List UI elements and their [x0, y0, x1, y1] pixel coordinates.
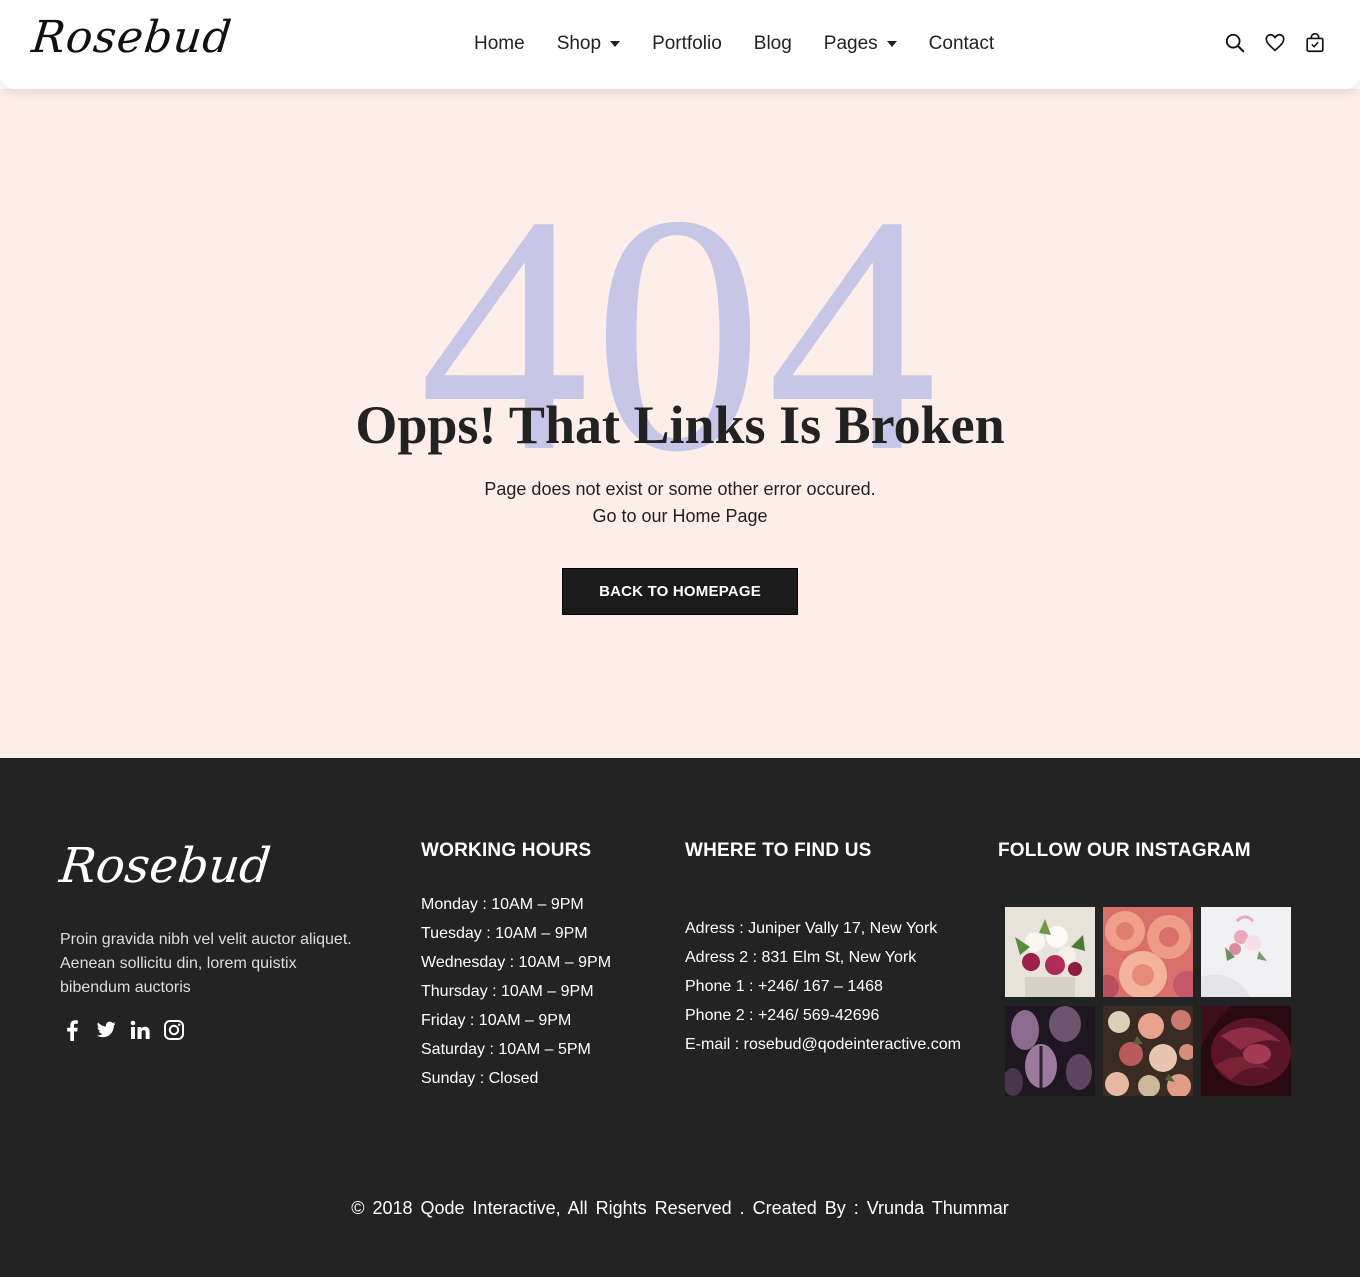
heart-icon[interactable] — [1264, 32, 1286, 54]
instagram-photo[interactable] — [1201, 1006, 1291, 1096]
instagram-grid — [1005, 907, 1291, 1096]
site-logo[interactable]: Rosebud — [29, 12, 234, 63]
nav-pages[interactable]: Pages — [824, 33, 897, 55]
shopping-bag-icon[interactable] — [1304, 32, 1326, 54]
list-item: Tuesday : 10AM – 9PM — [421, 925, 588, 942]
nav-home-label: Home — [474, 33, 525, 54]
nav-blog[interactable]: Blog — [754, 33, 792, 55]
instagram-photo[interactable] — [1005, 1006, 1095, 1096]
instagram-photo[interactable] — [1103, 1006, 1193, 1096]
list-item: Thursday : 10AM – 9PM — [421, 983, 594, 1000]
main-nav: Home Shop Portfolio Blog Pages Contact — [474, 33, 1026, 55]
list-item: Saturday : 10AM – 5PM — [421, 1041, 591, 1058]
site-footer: Rosebud Proin gravida nibh vel velit auc… — [0, 758, 1360, 1277]
copyright-text: © 2018 Qode Interactive, All Rights Rese… — [351, 1198, 1009, 1218]
instagram-photo[interactable] — [1201, 907, 1291, 997]
caret-down-icon — [610, 41, 621, 47]
facebook-icon[interactable] — [62, 1019, 82, 1041]
working-hours-list: Monday : 10AM – 9PM Tuesday : 10AM – 9PM… — [421, 890, 611, 1093]
site-header: Rosebud Home Shop Portfolio Blog Pages C… — [0, 0, 1360, 89]
nav-portfolio[interactable]: Portfolio — [652, 33, 722, 55]
list-item: Sunday : Closed — [421, 1070, 539, 1087]
list-item: Wednesday : 10AM – 9PM — [421, 954, 612, 971]
nav-portfolio-label: Portfolio — [652, 33, 722, 54]
list-item: Friday : 10AM – 9PM — [421, 1012, 572, 1029]
error-message: Page does not exist or some other error … — [484, 479, 876, 499]
address-2: Adress 2 : 831 Elm St, New York — [685, 949, 917, 966]
phone-1: Phone 1 : +246/ 167 – 1468 — [685, 978, 883, 995]
error-title: Opps! That Links Is Broken — [355, 395, 1005, 455]
error-hero: 404 Opps! That Links Is Broken Page does… — [0, 89, 1360, 758]
nav-blog-label: Blog — [753, 33, 792, 54]
working-hours-heading: WORKING HOURS — [421, 840, 592, 861]
where-to-find-us-heading: WHERE TO FIND US — [685, 840, 872, 861]
social-links — [62, 1019, 184, 1041]
back-to-homepage-button[interactable]: BACK TO HOMEPAGE — [562, 568, 798, 615]
nav-home[interactable]: Home — [474, 33, 525, 55]
email-link[interactable]: E-mail : rosebud@qodeinteractive.com — [685, 1030, 961, 1059]
nav-contact[interactable]: Contact — [929, 33, 994, 55]
nav-shop[interactable]: Shop — [556, 33, 621, 55]
header-icons — [1224, 32, 1326, 54]
nav-pages-label: Pages — [823, 33, 878, 54]
home-page-hint: Go to our Home Page — [592, 506, 768, 526]
phone-2: Phone 2 : +246/ 569-42696 — [685, 1007, 880, 1024]
instagram-icon[interactable] — [164, 1019, 184, 1041]
footer-about-text: Proin gravida nibh vel velit auctor aliq… — [60, 931, 352, 996]
twitter-icon[interactable] — [96, 1019, 116, 1041]
instagram-photo[interactable] — [1103, 907, 1193, 997]
address-1: Adress : Juniper Vally 17, New York — [685, 920, 938, 937]
list-item: Monday : 10AM – 9PM — [421, 896, 584, 913]
instagram-heading: FOLLOW OUR INSTAGRAM — [998, 840, 1251, 861]
caret-down-icon — [886, 41, 897, 47]
contact-info-list: Adress : Juniper Vally 17, New York Adre… — [685, 914, 961, 1059]
nav-contact-label: Contact — [928, 33, 995, 54]
nav-shop-label: Shop — [556, 33, 602, 54]
footer-logo[interactable]: Rosebud — [57, 838, 273, 894]
instagram-photo[interactable] — [1005, 907, 1095, 997]
linkedin-icon[interactable] — [130, 1019, 150, 1041]
search-icon[interactable] — [1224, 32, 1246, 54]
